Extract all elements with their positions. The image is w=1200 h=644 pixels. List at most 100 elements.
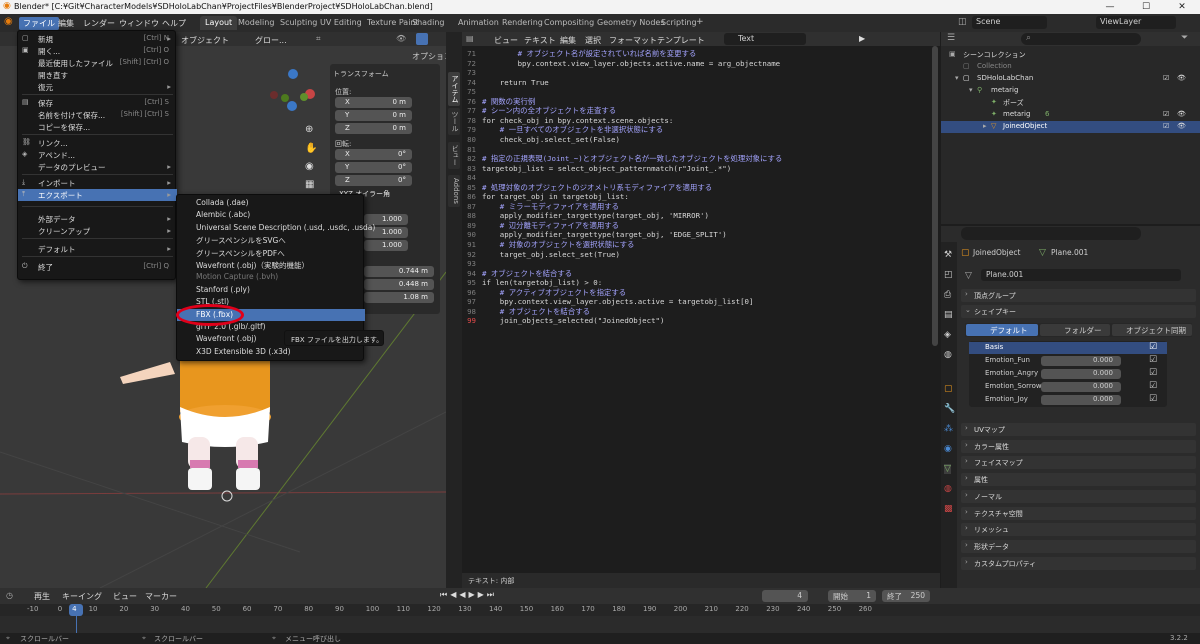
menu-render[interactable]: レンダー <box>79 17 119 30</box>
export-menu-item[interactable]: グリースペンシルをSVGへ <box>177 234 365 246</box>
mesh-datablock-field[interactable]: Plane.001 <box>981 269 1181 281</box>
file-menu-item[interactable]: ▤ 保存 [Ctrl] S <box>18 97 177 109</box>
timeline-editor-icon[interactable]: ◷ <box>6 591 13 600</box>
hand-icon[interactable]: ✋ <box>305 143 317 154</box>
outliner-search-input[interactable]: ⌕ <box>1021 33 1141 45</box>
menu-edit[interactable]: 編集 <box>54 17 78 30</box>
shapekey-row-basis[interactable]: Basis ☑ <box>969 342 1167 354</box>
rotation-y-field[interactable]: Y 0° <box>335 162 412 173</box>
properties-section[interactable]: › リメッシュ <box>961 523 1196 537</box>
minimize-button[interactable]: — <box>1092 0 1128 14</box>
location-y-field[interactable]: Y0 m <box>335 110 412 121</box>
workspace-tab[interactable]: Compositing <box>539 16 599 30</box>
timeline-playback-menu[interactable]: 再生 <box>34 591 50 602</box>
file-menu-item[interactable]: ◈ アペンド... <box>18 149 177 161</box>
material-tab-icon[interactable]: ◍ <box>944 484 952 494</box>
close-button[interactable]: ✕ <box>1164 0 1200 14</box>
tool-tab-icon[interactable]: ⚒ <box>944 250 952 260</box>
file-menu-item[interactable]: 開き直す <box>18 69 177 81</box>
particles-tab-icon[interactable]: ⁂ <box>944 424 953 434</box>
scene-tab-icon[interactable]: ◈ <box>944 330 951 340</box>
outliner-joinedobject[interactable]: ▸ ▽ JoinedObject ☑ 👁 <box>941 121 1200 133</box>
text-menu-view[interactable]: ビュー <box>494 35 518 46</box>
timeline-keying-menu[interactable]: キーイング <box>62 591 102 602</box>
export-menu-item[interactable]: Alembic (.abc) <box>177 209 365 221</box>
camera-icon[interactable]: ◉ <box>305 161 314 172</box>
world-tab-icon[interactable]: ◍ <box>944 350 952 360</box>
dimension-y-field[interactable]: 0.448 m <box>364 279 434 290</box>
text-datablock-field[interactable]: Text <box>724 33 806 45</box>
outliner-collection[interactable]: ▢ Collection <box>941 61 1200 73</box>
scale-z-field[interactable]: 1.000 <box>364 240 408 251</box>
export-menu-item[interactable]: X3D Extensible 3D (.x3d) <box>177 346 365 358</box>
file-menu-item[interactable]: ⤒ エクスポート ▸ <box>18 189 177 201</box>
properties-section[interactable]: › カスタムプロパティ <box>961 556 1196 570</box>
file-menu-item[interactable]: デフォルト ▸ <box>18 243 177 255</box>
tab-default[interactable]: デフォルト <box>966 324 1038 336</box>
playback-controls[interactable]: ⏮◀◀▶▶⏭ <box>440 590 497 600</box>
scene-selector[interactable]: Scene <box>972 16 1047 29</box>
export-menu-item[interactable]: Universal Scene Description (.usd, .usdc… <box>177 222 375 234</box>
dimension-z-field[interactable]: 1.08 m <box>364 292 434 303</box>
gizmo-toggle-button[interactable] <box>416 33 428 45</box>
blender-menu-icon[interactable]: ◉ <box>4 16 13 27</box>
object-menu[interactable]: オブジェクト <box>181 35 229 46</box>
outliner-scene-collection[interactable]: ▣ シーンコレクション <box>941 49 1200 61</box>
properties-section[interactable]: › ノーマル <box>961 489 1196 503</box>
output-tab-icon[interactable]: ⎙ <box>944 290 951 300</box>
text-menu-text[interactable]: テキスト <box>524 35 556 46</box>
file-menu-item[interactable]: ⛓ リンク... <box>18 137 177 149</box>
text-menu-edit[interactable]: 編集 <box>560 35 576 46</box>
workspace-tab[interactable]: Scripting <box>656 16 702 30</box>
end-frame-field[interactable]: 終了 250 <box>882 590 930 602</box>
tab-tool[interactable]: ツール <box>448 108 460 135</box>
menu-file[interactable]: ファイル <box>19 17 59 30</box>
properties-section[interactable]: › 属性 <box>961 473 1196 487</box>
render-tab-icon[interactable]: ◰ <box>944 270 953 280</box>
run-script-icon[interactable]: ▶ <box>859 34 865 43</box>
outliner-sdhololabchan[interactable]: ▾ ▢ SDHoloLabChan ☑ 👁 <box>941 73 1200 85</box>
text-menu-format[interactable]: フォーマット <box>609 35 657 46</box>
playhead[interactable]: 4 <box>69 604 84 616</box>
zoom-icon[interactable]: ⊕ <box>305 124 313 135</box>
workspace-tab[interactable]: Modeling <box>233 16 279 30</box>
section-vertex-groups[interactable]: › 頂点グループ <box>961 289 1196 302</box>
properties-search-input[interactable] <box>961 227 1141 240</box>
file-menu-item[interactable]: コピーを保存... <box>18 121 177 133</box>
workspace-tab[interactable]: Shading <box>407 16 450 30</box>
tab-item[interactable]: アイテム <box>448 72 460 106</box>
menu-window[interactable]: ウィンドウ <box>115 17 163 30</box>
properties-section[interactable]: › カラー属性 <box>961 439 1196 453</box>
file-menu-item[interactable]: ⏻ 終了 [Ctrl] Q <box>18 261 177 273</box>
transform-orientation[interactable]: グロー... <box>255 35 287 46</box>
physics-tab-icon[interactable]: ◉ <box>944 444 952 454</box>
file-menu-item[interactable]: クリーンアップ ▸ <box>18 225 177 237</box>
visibility-icon[interactable]: 👁 <box>396 34 406 43</box>
outliner-metarig[interactable]: ▾ ⚲ metarig <box>941 85 1200 97</box>
data-tab-icon[interactable]: ▽ <box>944 464 951 474</box>
outliner-type-icon[interactable]: ☰ <box>947 33 955 43</box>
text-menu-select[interactable]: 選択 <box>585 35 601 46</box>
section-shape-keys[interactable]: ⌄ シェイプキー <box>961 305 1196 318</box>
file-menu-item[interactable]: ⤓ インポート ▸ <box>18 177 177 189</box>
export-menu-item[interactable]: Motion Capture (.bvh) <box>177 271 365 283</box>
timeline-marker-menu[interactable]: マーカー <box>145 591 177 602</box>
editor-type-icon[interactable]: ▤ <box>466 34 474 43</box>
file-menu-item[interactable]: データのプレビュー ▸ <box>18 161 177 173</box>
export-menu-item[interactable]: Stanford (.ply) <box>177 284 365 296</box>
current-frame-field[interactable]: 4 <box>762 590 808 602</box>
tab-view[interactable]: ビュー <box>448 142 460 169</box>
outliner-pose[interactable]: ✦ ポーズ <box>941 97 1200 109</box>
object-tab-icon[interactable]: ▢ <box>944 384 953 394</box>
shapekey-row[interactable]: Emotion_Angry 0.000 ☑ <box>969 368 1167 380</box>
location-x-field[interactable]: X0 m <box>335 97 412 108</box>
rotation-x-field[interactable]: X 0° <box>335 149 412 160</box>
timeline-view-menu[interactable]: ビュー <box>113 591 137 602</box>
outliner-metarig-armature[interactable]: ✦ metarig 6 ☑ 👁 <box>941 109 1200 121</box>
view-layer-tab-icon[interactable]: ▤ <box>944 310 953 320</box>
properties-section[interactable]: › 形状データ <box>961 539 1196 553</box>
tab-folder[interactable]: フォルダー <box>1040 324 1110 336</box>
rotation-z-field[interactable]: Z 0° <box>335 175 412 186</box>
tab-object-sync[interactable]: オブジェクト同期 <box>1112 324 1192 336</box>
code-scrollbar[interactable] <box>932 46 938 346</box>
